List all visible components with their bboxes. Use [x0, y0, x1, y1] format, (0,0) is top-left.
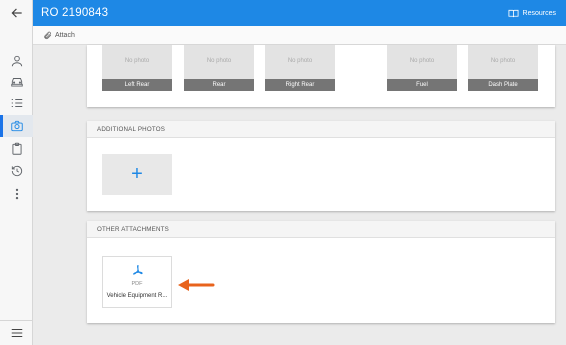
rail-vehicle-button[interactable] [0, 71, 33, 93]
resources-label: Resources [522, 9, 556, 17]
photo-slot-label: Fuel [387, 79, 457, 91]
attach-button[interactable]: Attach [43, 31, 75, 40]
rail-more-button[interactable] [0, 183, 33, 205]
photo-slot[interactable]: No photo Right Rear [265, 45, 335, 91]
menu-icon [11, 329, 22, 337]
camera-icon [10, 120, 23, 132]
plus-icon: + [131, 163, 143, 185]
clipboard-icon [11, 142, 22, 155]
photo-slot[interactable]: No photo Left Rear [102, 45, 172, 91]
attachment-tile[interactable]: PDF Vehicle Equipment R... [102, 256, 172, 308]
back-button[interactable] [0, 0, 33, 26]
callout-arrow-icon [178, 279, 215, 291]
left-rail [0, 0, 33, 345]
section-title: ADDITIONAL PHOTOS [87, 121, 555, 138]
rail-customer-button[interactable] [0, 50, 33, 72]
car-icon [10, 78, 23, 87]
more-vert-icon [15, 188, 18, 200]
other-attachments-card: OTHER ATTACHMENTS PDF Vehicle Equipment … [87, 221, 555, 323]
photo-slot-label: Right Rear [265, 79, 335, 91]
add-photo-button[interactable]: + [102, 154, 172, 195]
paperclip-icon [44, 31, 52, 39]
photo-slot-label: Dash Plate [468, 79, 538, 91]
acrobat-pdf-icon [133, 264, 143, 275]
rail-history-button[interactable] [0, 160, 33, 182]
app-header: RO 2190843 Resources [33, 0, 566, 26]
history-icon [11, 165, 22, 177]
no-photo-text: No photo [409, 58, 435, 64]
toolbar: Attach [33, 26, 566, 45]
book-icon [508, 9, 519, 17]
resources-button[interactable]: Resources [508, 0, 556, 26]
photo-slot-label: Left Rear [102, 79, 172, 91]
rail-documents-button[interactable] [0, 138, 33, 160]
vehicle-photos-card: No photo Left Rear No photo Rear No phot… [87, 45, 555, 107]
no-photo-text: No photo [287, 58, 313, 64]
no-photo-text: No photo [124, 58, 150, 64]
photo-slot[interactable]: No photo Fuel [387, 45, 457, 91]
rail-photos-button[interactable] [0, 115, 33, 137]
attach-label: Attach [55, 31, 75, 39]
page-title: RO 2190843 [41, 7, 109, 19]
additional-photos-card: ADDITIONAL PHOTOS + [87, 121, 555, 211]
section-title: OTHER ATTACHMENTS [87, 221, 555, 238]
photo-slot[interactable]: No photo Dash Plate [468, 45, 538, 91]
attachment-type: PDF [131, 281, 143, 287]
photo-slot-label: Rear [184, 79, 254, 91]
photo-slot[interactable]: No photo Rear [184, 45, 254, 91]
attachment-name: Vehicle Equipment R... [106, 293, 168, 299]
menu-button[interactable] [0, 320, 33, 345]
no-photo-text: No photo [206, 58, 232, 64]
rail-checklist-button[interactable] [0, 92, 33, 114]
no-photo-text: No photo [490, 58, 516, 64]
back-arrow-icon [11, 8, 22, 18]
checklist-icon [11, 99, 22, 107]
person-icon [11, 55, 22, 67]
